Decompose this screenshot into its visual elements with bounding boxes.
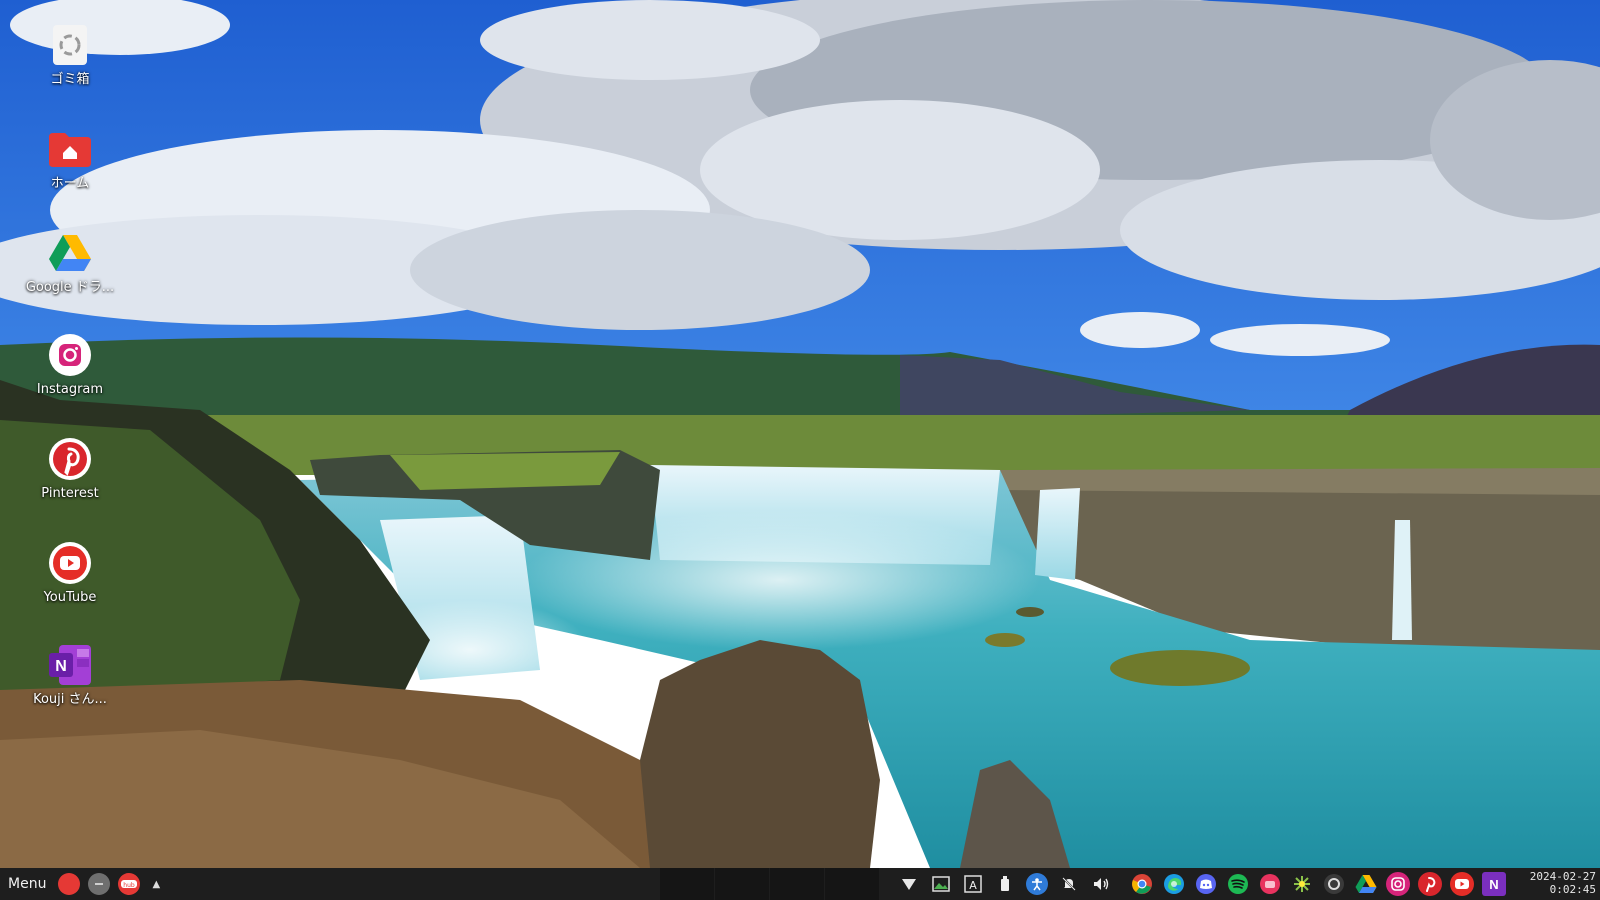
desktop-icon-label: ホーム [50,176,90,191]
task-list [660,868,881,900]
desktop-icon-label: Instagram [36,382,104,397]
task-slot[interactable] [715,868,771,900]
system-tray: A [898,868,1112,900]
svg-text:hub: hub [124,882,136,889]
notifications-muted-icon[interactable] [1058,873,1080,895]
app-grid-icon[interactable] [1290,872,1314,896]
waterfall-landscape-image [0,0,1600,868]
pinterest-icon [47,436,93,482]
discord-icon[interactable] [1194,872,1218,896]
svg-text:N: N [55,658,67,675]
desktop-icon-instagram[interactable]: Instagram [14,332,126,398]
desktop-icon-onenote[interactable]: N Kouji さん... [14,642,126,708]
spotify-icon[interactable] [1226,872,1250,896]
edge-icon[interactable] [1162,872,1186,896]
onenote-icon: N [47,642,93,688]
quick-launch: hub ▲ [58,873,160,895]
desktop-icon-label: ゴミ箱 [50,72,90,87]
trash-icon [47,22,93,68]
task-slot[interactable] [770,868,826,900]
gray-app-icon[interactable] [88,873,111,895]
wifi-icon[interactable] [898,873,920,895]
volume-icon[interactable] [1090,873,1112,895]
desktop-icon-label: Kouji さん... [33,692,107,707]
desktop-icon-home[interactable]: ホーム [14,126,126,192]
usb-icon[interactable] [994,873,1016,895]
clock-date: 2024-02-27 [1529,870,1596,883]
desktop-icon-youtube[interactable]: YouTube [14,540,126,606]
youtube-icon[interactable] [1450,872,1474,896]
instagram-icon [47,332,93,378]
clock-time: 0:02:45 [1549,883,1596,896]
input-method-icon[interactable]: A [962,873,984,895]
chrome-icon[interactable] [1130,872,1154,896]
svg-text:N: N [1489,877,1498,892]
hub-icon[interactable]: hub [118,873,141,895]
image-viewer-icon[interactable] [930,873,952,895]
taskbar: Menu hub ▲ A N 2024-02-27 0:02:45 [0,868,1600,900]
chevron-up-icon[interactable]: ▲ [152,879,160,890]
pinned-apps: N [1130,868,1506,900]
home-folder-icon [47,126,93,172]
desktop-icon-google-drive[interactable]: Google ドラ... [14,230,126,296]
task-slot[interactable] [660,868,716,900]
google-drive-icon[interactable] [1354,872,1378,896]
clock[interactable]: 2024-02-27 0:02:45 [1530,870,1596,896]
desktop-icon-pinterest[interactable]: Pinterest [14,436,126,502]
circle-app-icon[interactable] [1322,872,1346,896]
google-drive-icon [47,230,93,276]
onenote-icon[interactable]: N [1482,872,1506,896]
accessibility-icon[interactable] [1026,873,1048,895]
desktop-wallpaper [0,0,1600,868]
desktop-icon-label: YouTube [43,590,97,605]
desktop-icon-trash[interactable]: ゴミ箱 [14,22,126,88]
red-pink-app-icon[interactable] [1258,872,1282,896]
task-slot[interactable] [825,868,881,900]
red-app-icon[interactable] [58,873,81,895]
desktop-icon-label: Google ドラ... [25,280,115,295]
desktop-icon-label: Pinterest [41,486,99,501]
instagram-icon[interactable] [1386,872,1410,896]
youtube-icon [47,540,93,586]
pinterest-icon[interactable] [1418,872,1442,896]
svg-text:A: A [969,879,977,892]
menu-button[interactable]: Menu [0,876,54,892]
